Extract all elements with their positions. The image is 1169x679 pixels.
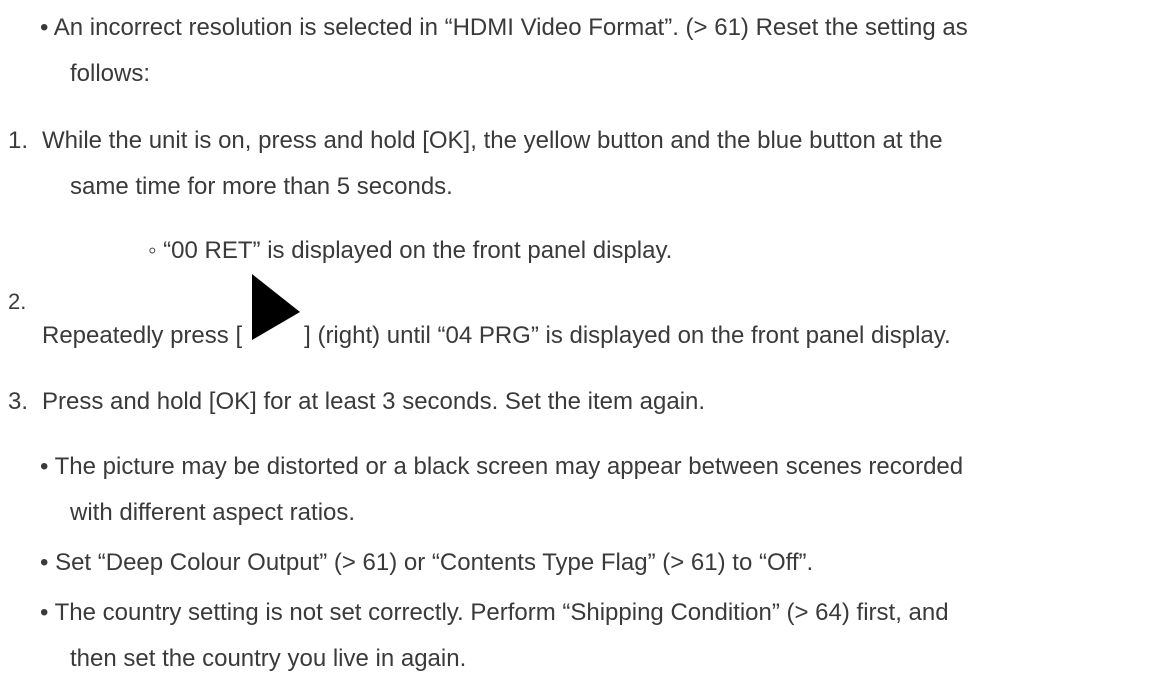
step-2-line: Repeatedly press [ ] (right) until “04 PR… bbox=[42, 274, 951, 356]
bullet-hdmi-format-line1: • An incorrect resolution is selected in… bbox=[40, 14, 968, 41]
bullet-deep-colour: • Set “Deep Colour Output” (> 61) or “Co… bbox=[40, 549, 814, 576]
step-1-line1: While the unit is on, press and hold [OK… bbox=[42, 127, 943, 154]
bullet-distorted-line2: with different aspect ratios. bbox=[70, 499, 356, 526]
step-3-line: Press and hold [OK] for at least 3 secon… bbox=[42, 388, 706, 415]
step-2-text-after: ] (right) until “04 PRG” is displayed on… bbox=[304, 322, 951, 349]
step-1-sub-note: ◦ “00 RET” is displayed on the front pan… bbox=[148, 237, 673, 264]
step-1-number: 1. bbox=[8, 127, 29, 154]
bullet-hdmi-format-line2: follows: bbox=[70, 60, 151, 87]
step-2-text-before: Repeatedly press [ bbox=[42, 322, 243, 349]
step-1-line2: same time for more than 5 seconds. bbox=[70, 173, 453, 200]
play-icon bbox=[242, 274, 304, 356]
bullet-distorted-line1: • The picture may be distorted or a blac… bbox=[40, 453, 964, 480]
bullet-country-line1: • The country setting is not set correct… bbox=[40, 599, 949, 626]
bullet-country-line2: then set the country you live in again. bbox=[70, 645, 467, 672]
step-3-number: 3. bbox=[8, 388, 29, 415]
step-2-number: 2. bbox=[8, 289, 27, 314]
